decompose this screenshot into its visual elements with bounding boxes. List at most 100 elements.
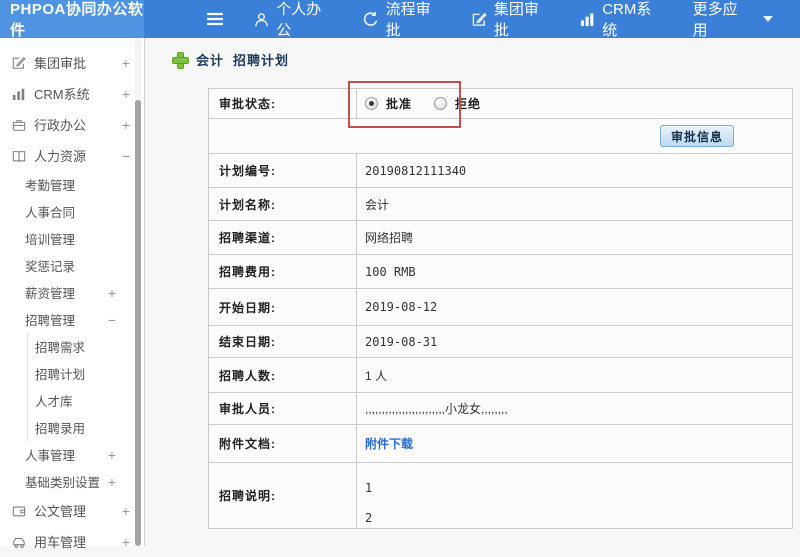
field-value: 20190812111340 [365, 163, 467, 178]
collapse-icon[interactable]: − [108, 312, 116, 328]
field-value: 批准 拒绝 [357, 89, 792, 118]
sidebar-item-hr[interactable]: 人力资源 − [0, 140, 144, 171]
sidebar-item-training[interactable]: 培训管理 [0, 225, 144, 252]
approve-radio-label[interactable]: 批准 [386, 95, 412, 112]
top-navigation: 个人办公 流程审批 集团审批 CRM系统 更多应用 [144, 0, 800, 40]
expand-icon[interactable]: + [122, 86, 130, 102]
field-label: 审批状态: [209, 89, 357, 118]
nav-label: 更多应用 [692, 1, 738, 39]
sidebar-item-label: 招聘录用 [35, 422, 86, 436]
menu-toggle-icon[interactable] [206, 12, 224, 26]
book-icon [12, 149, 26, 163]
sidebar-item-recruitment[interactable]: 招聘管理 − [0, 306, 144, 333]
main-content: 会计 招聘计划 审批状态: 批准 拒绝 审批信息 计划编号: 201908121… [146, 38, 800, 546]
sidebar-item-documents[interactable]: 公文管理 + [0, 495, 144, 526]
sidebar-item-attendance[interactable]: 考勤管理 [0, 171, 144, 198]
sidebar-item-recruit-plan[interactable]: 招聘计划 [27, 360, 144, 387]
sidebar-item-rewards[interactable]: 奖惩记录 [0, 252, 144, 279]
approve-info-button[interactable]: 审批信息 [659, 125, 734, 147]
nav-crm-system[interactable]: CRM系统 [580, 0, 665, 40]
reject-radio-label[interactable]: 拒绝 [455, 95, 481, 112]
sidebar-item-label: 薪资管理 [25, 287, 76, 301]
nav-label: CRM系统 [602, 1, 652, 39]
field-value: 1 人 [365, 368, 388, 383]
sidebar-item-label: 行政办公 [34, 118, 87, 133]
page-name-title: 招聘计划 [233, 53, 290, 68]
sidebar-item-hr-contract[interactable]: 人事合同 [0, 198, 144, 225]
nav-process-approval[interactable]: 流程审批 [363, 0, 445, 40]
bar-chart-icon [580, 12, 595, 27]
collapse-icon[interactable]: − [122, 148, 130, 164]
app-logo: PHPOA协同办公软件 [0, 0, 145, 39]
expand-icon[interactable]: + [122, 55, 130, 71]
sidebar-item-group-approval[interactable]: 集团审批 + [0, 47, 144, 78]
sidebar-item-label: 招聘计划 [35, 368, 86, 382]
sidebar-item-talent-pool[interactable]: 人才库 [27, 387, 144, 414]
briefcase-icon [12, 118, 26, 132]
field-value: 100 RMB [365, 264, 416, 279]
field-label: 开始日期: [209, 289, 357, 325]
nav-more-apps[interactable]: 更多应用 [693, 0, 773, 40]
sidebar-item-label: 招聘需求 [35, 341, 86, 355]
nav-group-approval[interactable]: 集团审批 [472, 0, 553, 40]
sidebar: 集团审批 + CRM系统 + 行政办公 + 人力资源 − 考勤管理 人事合同 培… [0, 38, 145, 550]
sidebar-item-label: 基础类别设置 [25, 476, 101, 490]
sidebar-item-crm[interactable]: CRM系统 + [0, 78, 144, 109]
field-value: 2019-08-31 [365, 334, 438, 349]
sidebar-item-recruit-hire[interactable]: 招聘录用 [27, 414, 144, 441]
chevron-down-icon [762, 16, 773, 22]
expand-icon[interactable]: + [122, 534, 130, 550]
form-row-status: 审批状态: 批准 拒绝 [209, 89, 792, 119]
form-row-plan-number: 计划编号: 20190812111340 [209, 154, 792, 188]
approve-radio[interactable] [365, 97, 378, 110]
attachment-download-link[interactable]: 附件下载 [365, 435, 413, 452]
sidebar-item-recruit-demand[interactable]: 招聘需求 [27, 333, 144, 360]
sidebar-item-personnel[interactable]: 人事管理 + [0, 441, 144, 468]
expand-icon[interactable]: + [122, 503, 130, 519]
expand-icon[interactable]: + [108, 474, 116, 490]
nav-personal-office[interactable]: 个人办公 [254, 0, 335, 40]
field-label: 招聘渠道: [209, 221, 357, 254]
topbar: PHPOA协同办公软件 个人办公 流程审批 集团审批 CRM系统 更多应用 [0, 0, 800, 40]
sidebar-item-label: 考勤管理 [25, 179, 76, 193]
field-label: 审批人员: [209, 393, 357, 424]
form-row-end-date: 结束日期: 2019-08-31 [209, 326, 792, 358]
sidebar-scrollbar-thumb[interactable] [135, 100, 141, 546]
form-row-attachment: 附件文档: 附件下载 [209, 425, 792, 463]
car-icon [12, 535, 26, 549]
form-row-plan-name: 计划名称: 会计 [209, 188, 792, 221]
sidebar-item-salary[interactable]: 薪资管理 + [0, 279, 144, 306]
form-row-cost: 招聘费用: 100 RMB [209, 255, 792, 289]
form-row-actions: 审批信息 [209, 119, 792, 154]
nav-label: 集团审批 [493, 1, 539, 39]
expand-icon[interactable]: + [108, 447, 116, 463]
field-value: 网络招聘 [365, 231, 414, 245]
sidebar-item-label: 用车管理 [34, 535, 87, 550]
sidebar-item-admin-office[interactable]: 行政办公 + [0, 109, 144, 140]
edit-icon [472, 12, 487, 27]
nav-label: 流程审批 [385, 1, 431, 39]
field-value: 附件下载 [357, 425, 792, 462]
nav-label: 个人办公 [276, 1, 322, 39]
field-value: 2019-08-12 [365, 300, 438, 314]
sidebar-item-base-category[interactable]: 基础类别设置 + [0, 468, 144, 495]
field-label: 招聘人数: [209, 358, 357, 392]
field-label: 计划编号: [209, 154, 357, 187]
reject-radio[interactable] [434, 97, 448, 110]
expand-icon[interactable]: + [122, 117, 130, 133]
sidebar-item-label: 人力资源 [34, 149, 87, 164]
sidebar-item-vehicle[interactable]: 用车管理 + [0, 526, 144, 557]
field-label: 招聘说明: [209, 463, 357, 528]
sidebar-item-label: CRM系统 [34, 87, 90, 102]
field-label: 结束日期: [209, 326, 357, 357]
document-icon [12, 504, 26, 518]
sidebar-item-label: 人事管理 [25, 449, 76, 463]
field-value: 会计 [365, 197, 390, 212]
sidebar-item-label: 奖惩记录 [25, 260, 76, 274]
expand-icon[interactable]: + [108, 285, 116, 301]
sidebar-item-label: 人才库 [35, 395, 73, 409]
form-row-description: 招聘说明: 1 2 [209, 463, 792, 528]
sidebar-scrollbar-track[interactable] [135, 38, 141, 546]
page-title: 会计 招聘计划 [172, 50, 289, 69]
field-label: 计划名称: [209, 188, 357, 220]
